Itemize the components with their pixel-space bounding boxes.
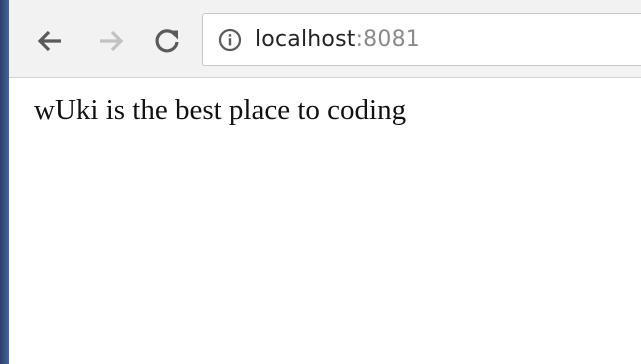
reload-button[interactable] [150, 24, 184, 58]
window-left-edge [0, 0, 9, 364]
forward-button[interactable] [94, 24, 128, 58]
browser-toolbar: localhost:8081 [9, 0, 641, 78]
reload-icon [155, 29, 179, 53]
address-url[interactable]: localhost:8081 [255, 27, 420, 52]
url-port: :8081 [355, 27, 420, 52]
back-arrow-icon [37, 30, 61, 52]
forward-arrow-icon [100, 30, 124, 52]
address-bar[interactable]: localhost:8081 [202, 13, 641, 66]
url-host: localhost [255, 27, 356, 52]
back-button[interactable] [33, 24, 67, 58]
info-icon[interactable] [217, 27, 243, 53]
page-body-text: wUki is the best place to coding [34, 94, 407, 126]
